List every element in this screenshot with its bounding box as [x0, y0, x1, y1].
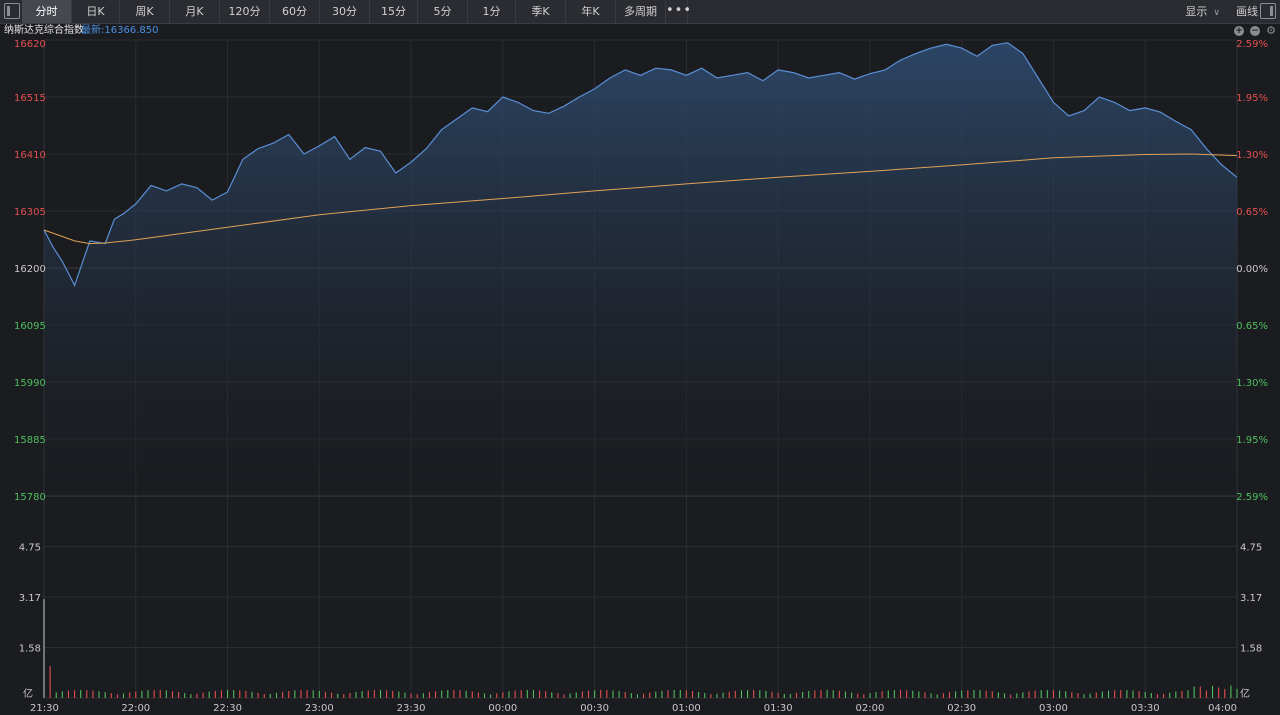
percent-tick-label: 1.30%: [1236, 150, 1268, 161]
price-tick-label: 16305: [14, 207, 46, 218]
time-tick-label: 00:00: [488, 703, 517, 714]
percent-tick-label: 1.95%: [1236, 435, 1268, 446]
time-tick-label: 02:30: [947, 703, 976, 714]
percent-tick-label: 1.95%: [1236, 93, 1268, 104]
price-tick-label: 16410: [14, 150, 46, 161]
volume-tick-label-right: 3.17: [1240, 593, 1262, 604]
price-tick-label: 15990: [14, 378, 46, 389]
price-area: [44, 42, 1237, 496]
time-tick-label: 22:30: [213, 703, 242, 714]
price-tick-label: 16620: [14, 39, 46, 50]
time-tick-label: 23:30: [397, 703, 426, 714]
percent-tick-label: 1.30%: [1236, 378, 1268, 389]
time-tick-label: 21:30: [30, 703, 59, 714]
time-tick-label: 01:30: [764, 703, 793, 714]
time-tick-label: 00:30: [580, 703, 609, 714]
volume-tick-label-right: 4.75: [1240, 543, 1262, 554]
time-tick-label: 04:00: [1208, 703, 1237, 714]
percent-tick-label: 0.65%: [1236, 321, 1268, 332]
price-tick-label: 16095: [14, 321, 46, 332]
volume-tick-label-left: 4.75: [19, 543, 41, 554]
time-tick-label: 22:00: [121, 703, 150, 714]
percent-tick-label: 2.59%: [1236, 39, 1268, 50]
time-tick-label: 01:00: [672, 703, 701, 714]
price-tick-label: 16515: [14, 93, 46, 104]
time-tick-label: 02:00: [856, 703, 885, 714]
chart: 16620 16515 16410 16305 16200 16095 15990 15885…: [14, 39, 1268, 714]
percent-tick-label: 0.00%: [1236, 264, 1268, 275]
percent-tick-label: 2.59%: [1236, 492, 1268, 503]
price-tick-label: 15780: [14, 492, 46, 503]
price-tick-label: 16200: [14, 264, 46, 275]
percent-tick-label: 0.65%: [1236, 207, 1268, 218]
volume-tick-label-right: 亿: [1240, 687, 1250, 700]
time-tick-label: 03:30: [1131, 703, 1160, 714]
volume-tick-label-right: 1.58: [1240, 644, 1262, 655]
volume-tick-label-left: 亿: [23, 687, 33, 700]
time-tick-label: 23:00: [305, 703, 334, 714]
price-tick-label: 15885: [14, 435, 46, 446]
time-tick-label: 03:00: [1039, 703, 1068, 714]
volume-tick-label-left: 3.17: [19, 593, 41, 604]
volume-tick-label-left: 1.58: [19, 644, 41, 655]
